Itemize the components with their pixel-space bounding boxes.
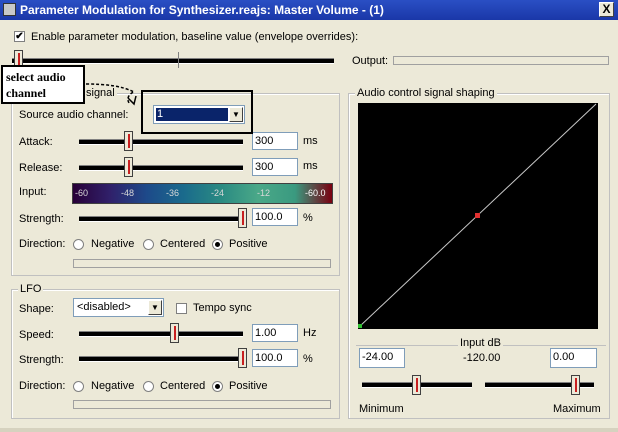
attack-label: Attack: xyxy=(19,136,53,148)
audio-signal-activity-bar xyxy=(73,259,331,268)
enable-modulation-label: Enable parameter modulation, baseline va… xyxy=(31,31,359,43)
release-label: Release: xyxy=(19,162,63,174)
callout-highlight-box xyxy=(141,90,253,134)
maximum-slider-thumb[interactable] xyxy=(571,375,580,395)
lfo-direction-label: Direction: xyxy=(19,380,66,392)
speed-unit: Hz xyxy=(303,327,317,339)
release-slider-thumb[interactable] xyxy=(124,157,133,177)
window-bottom-edge xyxy=(0,428,618,432)
lfo-direction-negative-label: Negative xyxy=(91,380,135,392)
baseline-slider-tick xyxy=(178,52,179,68)
input-level-meter: -60 -48 -36 -24 -12 -60.0 xyxy=(72,183,333,204)
direction-positive-label: Positive xyxy=(229,238,268,250)
lfo-direction-positive-radio[interactable] xyxy=(212,381,223,392)
callout-box: select audio channel xyxy=(1,65,85,104)
tempo-sync-checkbox[interactable] xyxy=(176,303,187,314)
lfo-direction-positive-label: Positive xyxy=(229,380,268,392)
speed-slider-track[interactable] xyxy=(79,331,243,337)
minimum-slider-thumb[interactable] xyxy=(412,375,421,395)
direction-centered-radio[interactable] xyxy=(143,239,154,250)
strength-input[interactable]: 100.0 xyxy=(252,208,298,226)
shape-label: Shape: xyxy=(19,303,54,315)
minimum-input[interactable]: -24.00 xyxy=(359,348,405,368)
shape-dropdown[interactable]: <disabled> ▼ xyxy=(73,298,164,317)
strength-label: Strength: xyxy=(19,213,64,225)
speed-slider-thumb[interactable] xyxy=(170,323,179,343)
shaping-curve-graph[interactable] xyxy=(358,103,598,329)
release-unit: ms xyxy=(303,160,318,172)
output-meter xyxy=(393,56,609,65)
shaping-curve xyxy=(358,103,597,328)
speed-label: Speed: xyxy=(19,329,54,341)
curve-start-handle[interactable] xyxy=(358,324,362,328)
direction-negative-label: Negative xyxy=(91,238,135,250)
shaping-group-label: Audio control signal shaping xyxy=(355,87,497,99)
enable-modulation-checkbox[interactable]: ✔ xyxy=(14,31,25,42)
meter-tick-label: -12 xyxy=(257,188,271,198)
strength-unit: % xyxy=(303,212,313,224)
speed-input[interactable]: 1.00 xyxy=(252,324,298,342)
input-db-label: Input dB xyxy=(458,337,503,349)
maximum-input[interactable]: 0.00 xyxy=(550,348,597,368)
title-bar[interactable]: Parameter Modulation for Synthesizer.rea… xyxy=(0,0,618,20)
output-label: Output: xyxy=(352,55,389,67)
meter-tick-label: -48 xyxy=(121,188,135,198)
close-button[interactable]: X xyxy=(599,2,614,17)
lfo-strength-slider-thumb[interactable] xyxy=(238,348,247,368)
window-title: Parameter Modulation for Synthesizer.rea… xyxy=(20,3,384,17)
lfo-direction-centered-radio[interactable] xyxy=(143,381,154,392)
lfo-group-label: LFO xyxy=(18,283,44,295)
meter-tick-label: -24 xyxy=(211,188,225,198)
meter-peak-label: -60.0 xyxy=(305,188,326,198)
direction-centered-label: Centered xyxy=(160,238,206,250)
lfo-direction-negative-radio[interactable] xyxy=(73,381,84,392)
maximum-label: Maximum xyxy=(553,403,601,415)
meter-tick-label: -36 xyxy=(166,188,180,198)
attack-input[interactable]: 300 xyxy=(252,132,298,150)
minimum-label: Minimum xyxy=(359,403,404,415)
input-db-value: -120.00 xyxy=(463,352,501,364)
lfo-strength-unit: % xyxy=(303,353,313,365)
source-channel-label: Source audio channel: xyxy=(19,109,129,121)
input-label: Input: xyxy=(19,186,47,198)
direction-label: Direction: xyxy=(19,238,66,250)
meter-tick-label: -60 xyxy=(75,188,89,198)
baseline-slider-track[interactable] xyxy=(12,58,334,64)
app-icon xyxy=(3,3,16,16)
release-input[interactable]: 300 xyxy=(252,158,298,176)
tempo-sync-label: Tempo sync xyxy=(193,302,252,314)
lfo-activity-bar xyxy=(73,400,331,409)
attack-unit: ms xyxy=(303,135,318,147)
release-slider-track[interactable] xyxy=(79,165,243,171)
attack-slider-thumb[interactable] xyxy=(124,131,133,151)
callout-arrow xyxy=(85,83,137,106)
direction-negative-radio[interactable] xyxy=(73,239,84,250)
lfo-strength-input[interactable]: 100.0 xyxy=(252,349,298,367)
strength-slider-thumb[interactable] xyxy=(238,208,247,228)
direction-positive-radio[interactable] xyxy=(212,239,223,250)
chevron-down-icon[interactable]: ▼ xyxy=(148,300,162,315)
lfo-direction-centered-label: Centered xyxy=(160,380,206,392)
strength-slider-track[interactable] xyxy=(79,216,243,222)
curve-midpoint-handle[interactable] xyxy=(475,213,480,218)
lfo-strength-label: Strength: xyxy=(19,354,64,366)
lfo-strength-slider-track[interactable] xyxy=(79,356,243,362)
shape-value: <disabled> xyxy=(77,301,131,313)
callout-text: select audio channel xyxy=(6,70,66,100)
attack-slider-track[interactable] xyxy=(79,139,243,145)
